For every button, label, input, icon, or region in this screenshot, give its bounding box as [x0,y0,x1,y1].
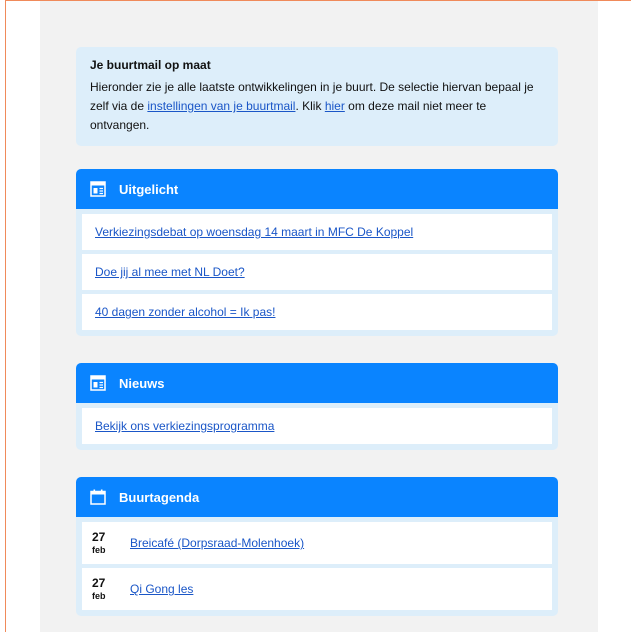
news-link[interactable]: Bekijk ons verkiezingsprogramma [95,419,274,433]
featured-header: Uitgelicht [76,169,558,209]
event-date: 27 feb [92,577,118,601]
featured-link[interactable]: Verkiezingsdebat op woensdag 14 maart in… [95,225,413,239]
list-item: 40 dagen zonder alcohol = Ik pas! [82,294,552,330]
event-link[interactable]: Breicafé (Dorpsraad-Molenhoek) [130,536,304,550]
agenda-item: 27 feb Breicafé (Dorpsraad-Molenhoek) [82,522,552,564]
news-section: Nieuws Bekijk ons verkiezingsprogramma [76,363,558,450]
intro-title: Je buurtmail op maat [90,58,211,72]
agenda-item: 27 feb Qi Gong les [82,568,552,610]
event-day: 27 [92,530,106,544]
list-item: Bekijk ons verkiezingsprogramma [82,408,552,444]
agenda-list: 27 feb Breicafé (Dorpsraad-Molenhoek) 27… [76,517,558,616]
agenda-section: Buurtagenda 27 feb Breicafé (Dorpsraad-M… [76,477,558,616]
intro-panel: Je buurtmail op maat Hieronder zie je al… [76,47,558,146]
featured-title: Uitgelicht [119,181,179,197]
event-day: 27 [92,576,106,590]
event-date: 27 feb [92,531,118,555]
list-item: Doe jij al mee met NL Doet? [82,254,552,290]
agenda-header: Buurtagenda [76,477,558,517]
featured-list: Verkiezingsdebat op woensdag 14 maart in… [76,209,558,336]
event-month: feb [92,545,106,555]
news-header: Nieuws [76,363,558,403]
news-title: Nieuws [119,375,165,391]
event-month: feb [92,591,106,601]
featured-link[interactable]: 40 dagen zonder alcohol = Ik pas! [95,305,275,319]
news-list: Bekijk ons verkiezingsprogramma [76,403,558,450]
newspaper-icon [90,375,106,391]
agenda-title: Buurtagenda [119,489,200,505]
newspaper-icon [90,181,106,197]
list-item: Verkiezingsdebat op woensdag 14 maart in… [82,214,552,250]
event-link[interactable]: Qi Gong les [130,582,193,596]
featured-link[interactable]: Doe jij al mee met NL Doet? [95,265,245,279]
intro-text-part: . Klik [295,99,325,113]
calendar-icon [90,489,106,505]
unsubscribe-link[interactable]: hier [325,99,345,113]
intro-text: Hieronder zie je alle laatste ontwikkeli… [90,78,548,135]
featured-section: Uitgelicht Verkiezingsdebat op woensdag … [76,169,558,336]
settings-link[interactable]: instellingen van je buurtmail [147,99,295,113]
